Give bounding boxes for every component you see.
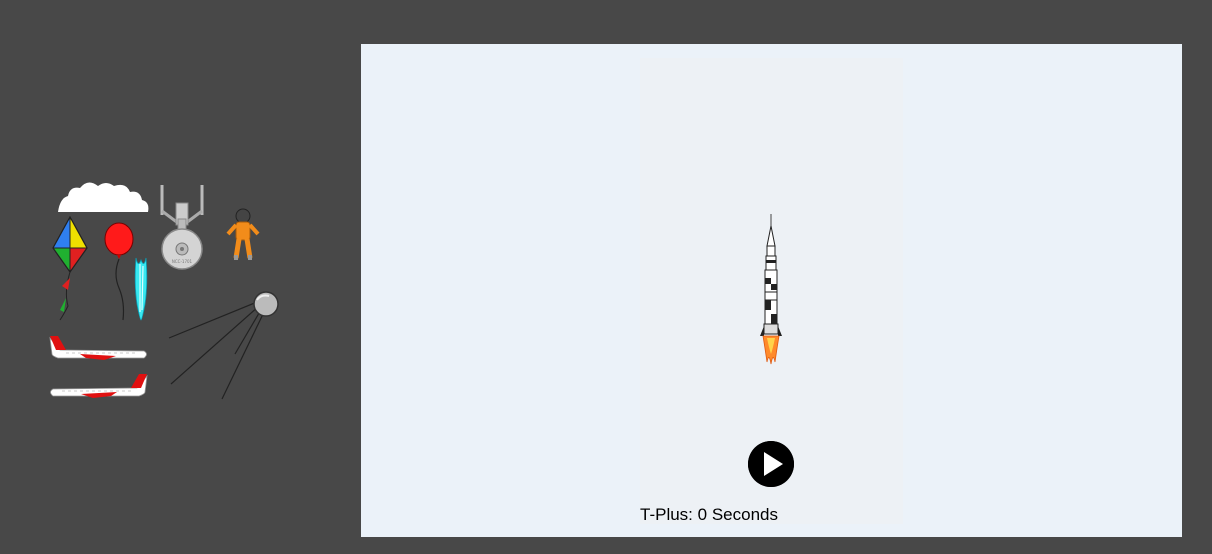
timer-value: 0	[697, 505, 708, 524]
jellyfish-icon[interactable]	[132, 254, 150, 322]
balloon-icon[interactable]	[103, 222, 135, 322]
play-button[interactable]	[748, 441, 794, 487]
airplane-icon[interactable]	[46, 334, 150, 364]
cloud-icon[interactable]	[56, 180, 150, 214]
astronaut-icon[interactable]	[226, 208, 260, 262]
timer-unit: Seconds	[711, 505, 779, 524]
app-root: NCC-1701 T-Plus: 0 Seconds	[0, 0, 1212, 554]
game-panel: T-Plus: 0 Seconds	[361, 44, 1182, 537]
timer-readout: T-Plus: 0 Seconds	[640, 505, 778, 525]
starship-icon[interactable]: NCC-1701	[158, 183, 206, 273]
satellite-icon[interactable]	[165, 288, 285, 400]
svg-text:NCC-1701: NCC-1701	[172, 259, 193, 264]
kite-icon[interactable]	[52, 216, 88, 322]
airplane-icon[interactable]	[47, 372, 151, 402]
timer-prefix: T-Plus:	[640, 505, 693, 524]
play-icon	[748, 441, 794, 487]
rocket-icon[interactable]	[751, 214, 791, 366]
